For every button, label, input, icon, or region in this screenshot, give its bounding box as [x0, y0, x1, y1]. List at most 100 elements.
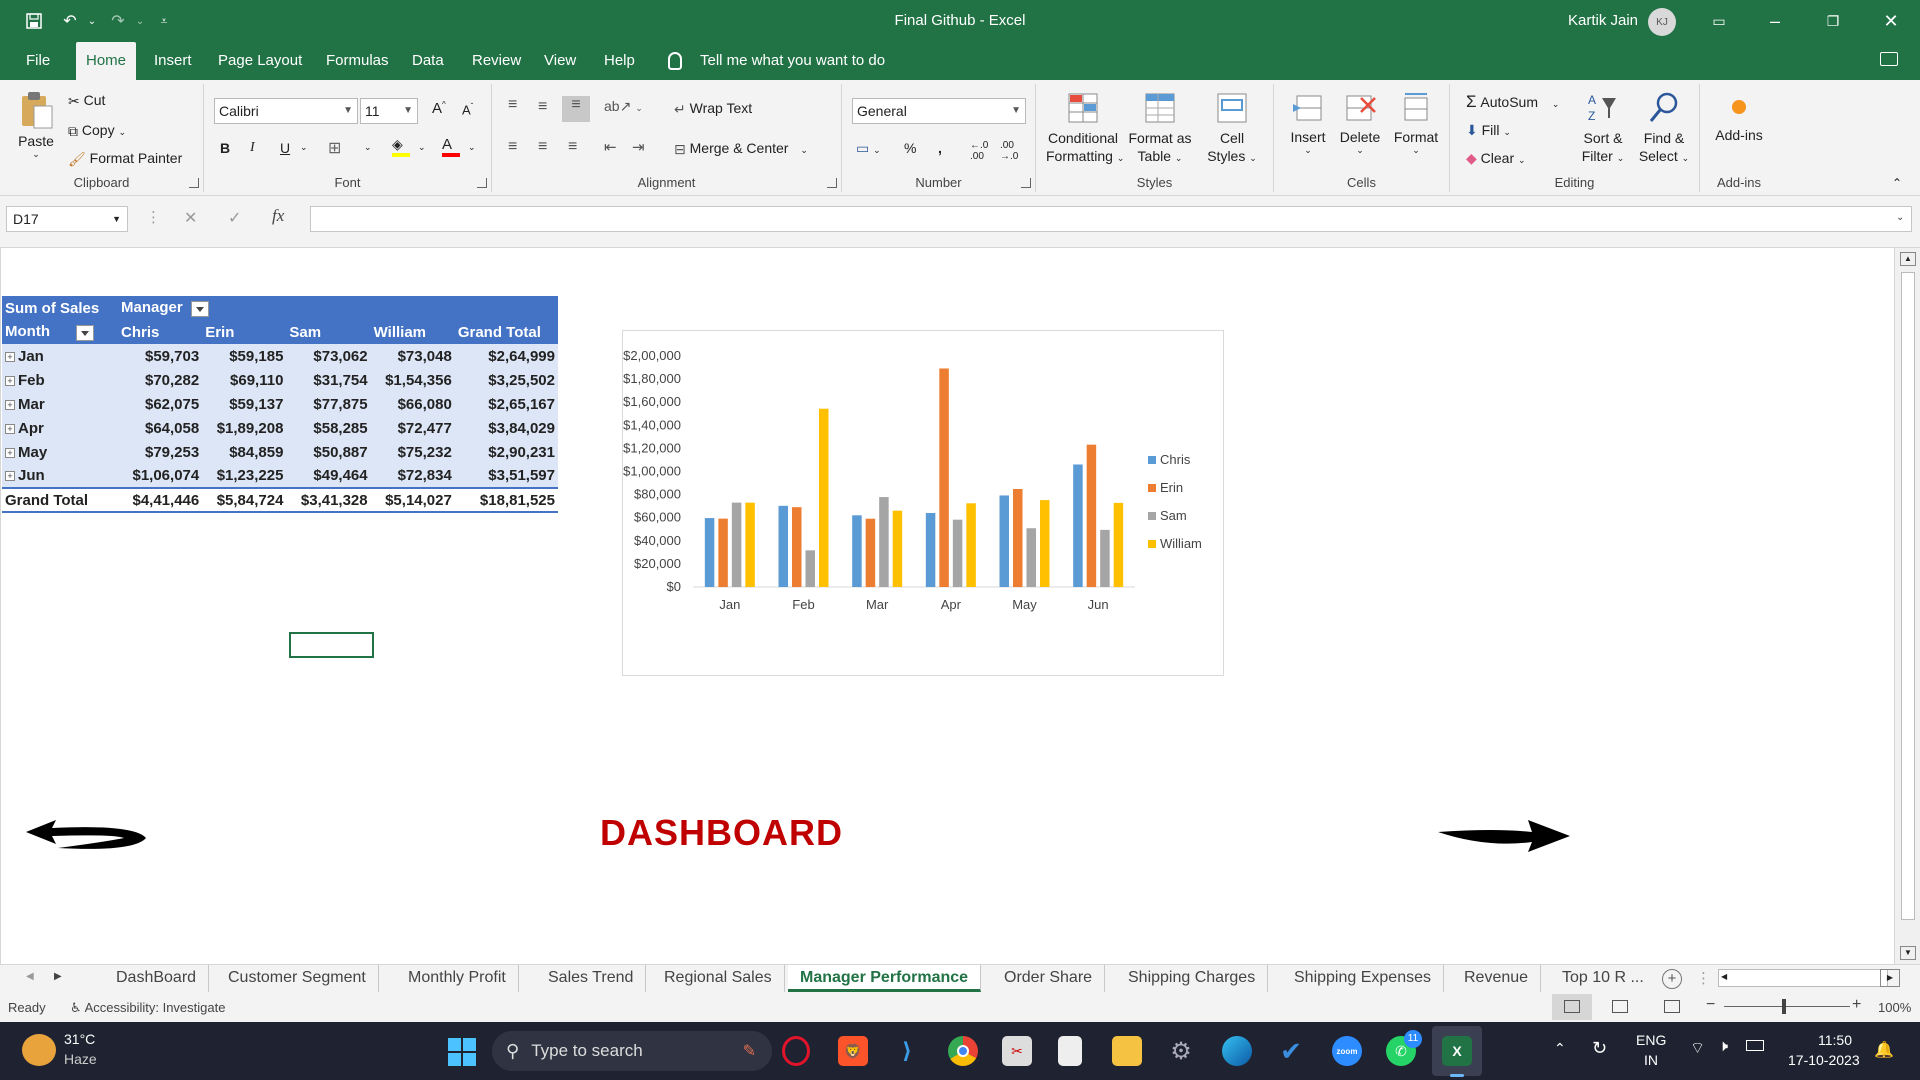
zoom-app-icon[interactable]: zoom — [1332, 1036, 1362, 1066]
comma-style-icon[interactable]: , — [938, 140, 942, 156]
pivot-row-label[interactable]: + Apr — [2, 416, 119, 440]
zoom-in-icon[interactable]: + — [1852, 996, 1861, 1014]
tab-insert[interactable]: Insert — [144, 42, 202, 80]
sheet-tab-sales-trend[interactable]: Sales Trend — [536, 965, 647, 992]
expand-icon[interactable]: + — [5, 375, 15, 386]
add-sheet-icon[interactable]: + — [1662, 969, 1682, 989]
page-break-view-icon[interactable] — [1664, 1000, 1680, 1013]
table-row[interactable]: + Mar $62,075 $59,137 $77,875 $66,080 $2,65,1… — [2, 392, 558, 416]
table-cell[interactable]: $1,54,356 — [370, 368, 455, 392]
table-cell[interactable]: $1,23,225 — [202, 464, 287, 488]
table-cell[interactable]: $72,477 — [370, 416, 455, 440]
notification-icon[interactable]: 🔔 — [1874, 1040, 1894, 1060]
pivot-row-label[interactable]: + Jan — [2, 344, 119, 368]
table-cell[interactable]: $79,253 — [118, 440, 203, 464]
table-cell[interactable]: $4,41,446 — [118, 487, 203, 513]
horizontal-scrollbar[interactable]: ◀ — [1718, 969, 1888, 987]
accounting-format-icon[interactable]: ▭ ⌄ — [856, 140, 881, 157]
back-arrow-icon[interactable] — [24, 818, 150, 862]
scroll-up-icon[interactable]: ▲ — [1900, 252, 1916, 266]
table-row[interactable]: + Feb $70,282 $69,110 $31,754 $1,54,356 $3,25… — [2, 368, 558, 392]
expand-icon[interactable]: + — [5, 399, 15, 410]
table-cell[interactable]: $50,887 — [286, 440, 371, 464]
prev-sheet-icon[interactable]: ◀ — [26, 971, 34, 982]
table-cell[interactable]: $2,65,167 — [454, 392, 558, 416]
todo-icon[interactable]: ✔ — [1276, 1036, 1306, 1066]
settings-icon[interactable]: ⚙ — [1166, 1036, 1196, 1066]
restore-icon[interactable]: ❐ — [1818, 8, 1848, 34]
table-cell[interactable]: $70,282 — [118, 368, 203, 392]
name-box[interactable]: D17 ▼ — [6, 206, 128, 232]
autosum-button[interactable]: Σ AutoSum ⌄ — [1466, 92, 1559, 112]
delete-cells-button[interactable]: Delete ⌄ — [1334, 90, 1386, 156]
wifi-icon[interactable]: ⌔ — [1690, 1038, 1705, 1058]
underline-icon[interactable]: U — [280, 140, 290, 156]
bar-william-mar[interactable] — [892, 510, 903, 587]
table-cell[interactable]: $3,41,328 — [286, 487, 371, 513]
table-cell[interactable]: $1,89,208 — [202, 416, 287, 440]
pivot-row-label[interactable]: + Jun — [2, 464, 119, 488]
table-row[interactable]: + Jun $1,06,074 $1,23,225 $49,464 $72,834 $3,… — [2, 464, 558, 488]
bar-chris-mar[interactable] — [852, 515, 862, 587]
decrease-indent-icon[interactable]: ⇤ — [604, 138, 617, 156]
battery-icon[interactable] — [1746, 1040, 1764, 1051]
find-select-button[interactable]: Find & Select ⌄ — [1634, 90, 1694, 167]
sheet-tab-monthly-profit[interactable]: Monthly Profit — [396, 965, 519, 992]
legend-label-chris[interactable]: Chris — [1160, 452, 1191, 467]
table-cell[interactable]: $18,81,525 — [454, 487, 558, 513]
pivot-column-field[interactable]: Manager — [118, 296, 558, 320]
bar-erin-apr[interactable] — [939, 368, 949, 587]
snipping-tool-icon[interactable]: ✂ — [1002, 1036, 1032, 1066]
notepad-icon[interactable] — [1058, 1036, 1082, 1066]
sheet-tab-dashboard[interactable]: DashBoard — [104, 965, 210, 992]
copy-dropdown-icon[interactable]: ⌄ — [118, 127, 126, 137]
pivot-chart[interactable]: $0 $20,000 $40,000 $60,000 $80,000 $1,00,000 $… — [622, 330, 1224, 676]
increase-font-size-icon[interactable]: A^ — [432, 100, 446, 117]
name-box-dropdown-icon[interactable]: ▼ — [112, 207, 121, 231]
zoom-level[interactable]: 100% — [1878, 1000, 1911, 1015]
clock-time[interactable]: 11:50 — [1818, 1032, 1852, 1048]
minimize-icon[interactable]: – — [1760, 8, 1790, 34]
table-cell[interactable]: $3,84,029 — [454, 416, 558, 440]
sheet-tab-shipping-expenses[interactable]: Shipping Expenses — [1282, 965, 1444, 992]
next-sheet-icon[interactable]: ▶ — [54, 971, 62, 982]
legend-label-erin[interactable]: Erin — [1160, 480, 1183, 495]
table-row[interactable]: + Apr $64,058 $1,89,208 $58,285 $72,477 $3,84… — [2, 416, 558, 440]
accessibility-status[interactable]: ♿ Accessibility: Investigate — [70, 1000, 225, 1016]
pivot-row-field[interactable]: Month — [2, 320, 119, 344]
zoom-out-icon[interactable]: − — [1706, 996, 1715, 1014]
underline-dropdown-icon[interactable]: ⌄ — [300, 142, 308, 153]
table-row[interactable]: + May $79,253 $84,859 $50,887 $75,232 $2,90,2… — [2, 440, 558, 464]
table-cell[interactable]: $77,875 — [286, 392, 371, 416]
italic-icon[interactable]: I — [250, 140, 255, 156]
align-middle-icon[interactable]: ≡ — [538, 98, 547, 116]
lang-1[interactable]: ENG — [1636, 1032, 1666, 1048]
expand-formula-bar-icon[interactable]: ⌄ — [1896, 212, 1904, 223]
cancel-entry-icon[interactable]: ✕ — [184, 208, 197, 228]
sheet-tab-shipping-charges[interactable]: Shipping Charges — [1116, 965, 1269, 992]
bar-william-apr[interactable] — [966, 503, 976, 587]
table-cell[interactable]: $84,859 — [202, 440, 287, 464]
sheet-tab-top-10[interactable]: Top 10 R ... — [1550, 965, 1656, 992]
zoom-slider-thumb[interactable] — [1782, 999, 1786, 1014]
format-cells-button[interactable]: Format ⌄ — [1388, 90, 1444, 156]
percent-icon[interactable]: % — [904, 140, 916, 156]
wrap-text-button[interactable]: ↵ Wrap Text — [674, 100, 752, 118]
grand-total-label[interactable]: Grand Total — [2, 487, 119, 513]
table-cell[interactable]: $59,185 — [202, 344, 287, 368]
scroll-left-icon[interactable]: ◀ — [1721, 972, 1727, 981]
insert-cells-button[interactable]: Insert ⌄ — [1284, 90, 1332, 156]
decrease-decimal-icon[interactable]: .00 →.0 — [1000, 140, 1018, 162]
scroll-down-icon[interactable]: ▼ — [1900, 946, 1916, 960]
alignment-launcher-icon[interactable] — [827, 178, 837, 188]
pivot-row-label[interactable]: + Feb — [2, 368, 119, 392]
font-launcher-icon[interactable] — [477, 178, 487, 188]
insert-function-icon[interactable]: fx — [272, 206, 284, 226]
legend-label-william[interactable]: William — [1160, 536, 1202, 551]
bar-chris-feb[interactable] — [778, 505, 789, 587]
bar-chris-may[interactable] — [999, 495, 1010, 587]
taskbar-search[interactable]: ⚲ Type to search ✎ — [492, 1031, 772, 1071]
bar-sam-mar[interactable] — [879, 497, 889, 587]
table-cell[interactable]: $75,232 — [370, 440, 455, 464]
volume-muted-icon[interactable]: 🕨 — [1718, 1038, 1728, 1056]
